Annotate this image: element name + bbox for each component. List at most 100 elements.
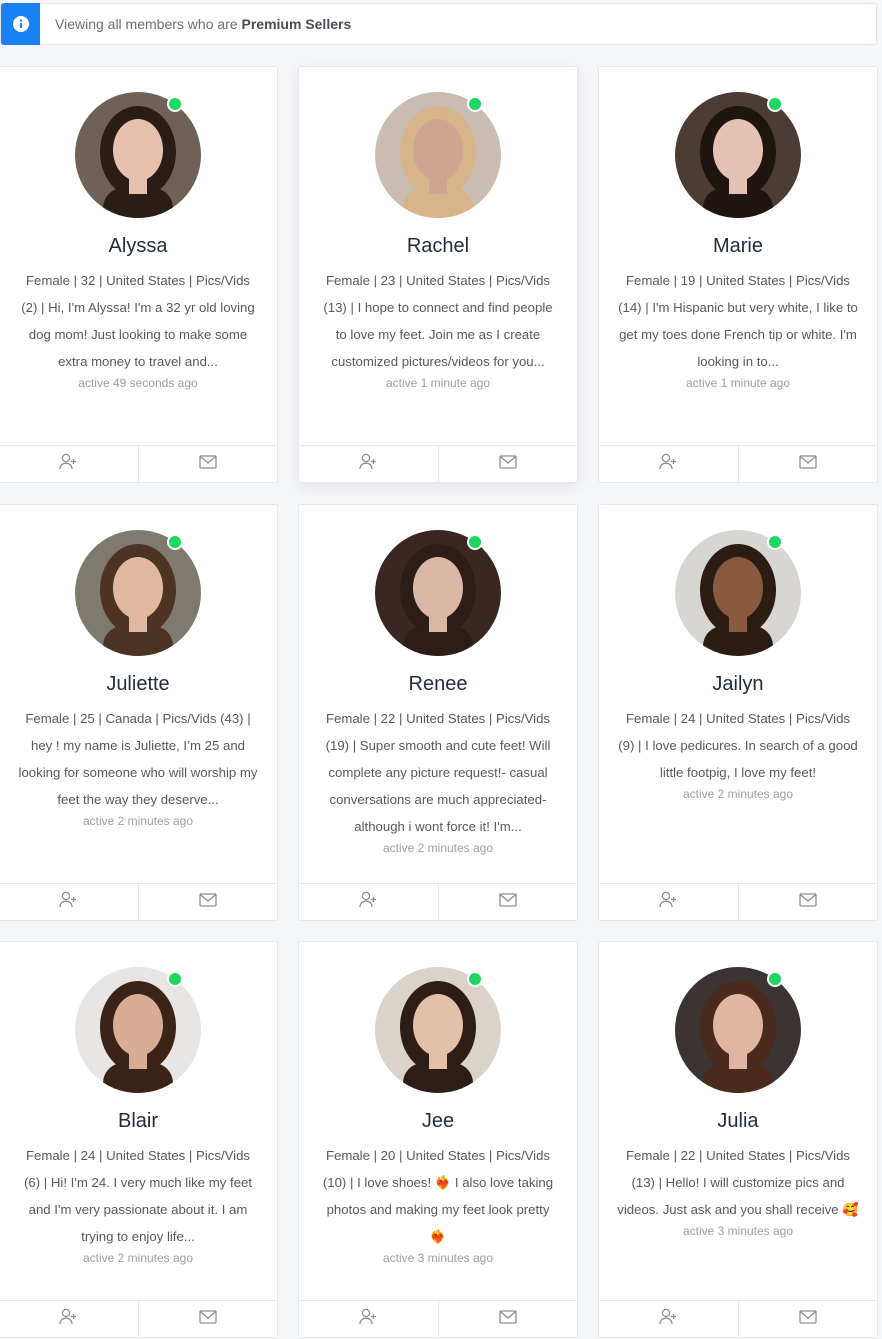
message-button[interactable] — [737, 446, 878, 482]
message-button[interactable] — [437, 884, 578, 920]
follow-button[interactable] — [0, 446, 138, 482]
member-bio-text: Female | 20 | United States | Pics/Vids … — [322, 1148, 554, 1244]
avatar-wrap[interactable] — [375, 967, 501, 1093]
mail-icon — [499, 892, 517, 912]
add-user-icon — [659, 891, 677, 913]
member-bio: Female | 32 | United States | Pics/Vids … — [17, 267, 259, 392]
avatar[interactable] — [375, 967, 501, 1093]
avatar[interactable] — [375, 530, 501, 656]
online-status-dot — [767, 96, 783, 112]
member-bio-text: Female | 22 | United States | Pics/Vids … — [617, 1148, 859, 1217]
card-actions — [299, 1300, 577, 1337]
avatar-wrap[interactable] — [675, 530, 801, 656]
message-button[interactable] — [437, 446, 578, 482]
message-button[interactable] — [137, 884, 278, 920]
member-name[interactable]: Jailyn — [599, 673, 877, 696]
member-bio-text: Female | 24 | United States | Pics/Vids … — [24, 1148, 252, 1244]
member-bio-text: Female | 23 | United States | Pics/Vids … — [323, 273, 553, 369]
follow-button[interactable] — [599, 884, 738, 920]
online-status-dot — [167, 971, 183, 987]
avatar[interactable] — [75, 92, 201, 218]
online-status-dot — [467, 96, 483, 112]
avatar[interactable] — [375, 92, 501, 218]
online-status-dot — [467, 971, 483, 987]
add-user-icon — [359, 453, 377, 475]
member-card[interactable]: Marie Female | 19 | United States | Pics/… — [598, 66, 878, 483]
last-active-text: active 3 minutes ago — [682, 1224, 794, 1238]
avatar-wrap[interactable] — [75, 92, 201, 218]
member-name[interactable]: Marie — [599, 235, 877, 258]
member-bio: Female | 19 | United States | Pics/Vids … — [617, 267, 859, 392]
mail-icon — [499, 454, 517, 474]
message-button[interactable] — [137, 446, 278, 482]
avatar-wrap[interactable] — [675, 92, 801, 218]
member-card[interactable]: Renee Female | 22 | United States | Pics/… — [298, 504, 578, 921]
member-bio-text: Female | 25 | Canada | Pics/Vids (43) | … — [18, 711, 258, 807]
card-actions — [599, 445, 877, 482]
filter-info-prefix: Viewing all members who are — [55, 16, 238, 32]
member-card[interactable]: Juliette Female | 25 | Canada | Pics/Vids… — [0, 504, 278, 921]
member-bio-text: Female | 22 | United States | Pics/Vids … — [325, 711, 551, 834]
mail-icon — [799, 454, 817, 474]
member-name[interactable]: Blair — [0, 1110, 277, 1133]
member-card[interactable]: Alyssa Female | 32 | United States | Pics… — [0, 66, 278, 483]
member-card[interactable]: Julia Female | 22 | United States | Pics/… — [598, 941, 878, 1338]
last-active-text: active 2 minutes ago — [82, 814, 194, 828]
follow-button[interactable] — [0, 1301, 138, 1337]
member-name[interactable]: Rachel — [299, 235, 577, 258]
member-name[interactable]: Renee — [299, 673, 577, 696]
member-name[interactable]: Jee — [299, 1110, 577, 1133]
follow-button[interactable] — [299, 1301, 438, 1337]
message-button[interactable] — [437, 1301, 578, 1337]
member-bio: Female | 22 | United States | Pics/Vids … — [617, 1142, 859, 1240]
avatar[interactable] — [675, 530, 801, 656]
card-actions — [599, 1300, 877, 1337]
follow-button[interactable] — [599, 1301, 738, 1337]
member-bio: Female | 24 | United States | Pics/Vids … — [17, 1142, 259, 1267]
info-icon — [1, 3, 40, 45]
avatar[interactable] — [75, 967, 201, 1093]
avatar[interactable] — [675, 967, 801, 1093]
avatar-wrap[interactable] — [375, 92, 501, 218]
last-active-text: active 2 minutes ago — [382, 841, 494, 855]
last-active-text: active 49 seconds ago — [78, 376, 198, 390]
message-button[interactable] — [137, 1301, 278, 1337]
card-actions — [0, 883, 277, 920]
last-active-text: active 2 minutes ago — [82, 1251, 194, 1265]
last-active-text: active 2 minutes ago — [682, 787, 794, 801]
message-button[interactable] — [737, 1301, 878, 1337]
member-card[interactable]: Jailyn Female | 24 | United States | Pics… — [598, 504, 878, 921]
last-active-text: active 1 minute ago — [385, 376, 491, 390]
follow-button[interactable] — [299, 446, 438, 482]
add-user-icon — [359, 1308, 377, 1330]
member-card[interactable]: Rachel Female | 23 | United States | Pics… — [298, 66, 578, 483]
add-user-icon — [659, 1308, 677, 1330]
online-status-dot — [167, 96, 183, 112]
message-button[interactable] — [737, 884, 878, 920]
follow-button[interactable] — [599, 446, 738, 482]
avatar-wrap[interactable] — [675, 967, 801, 1093]
add-user-icon — [59, 453, 77, 475]
member-bio: Female | 24 | United States | Pics/Vids … — [617, 705, 859, 803]
card-actions — [599, 883, 877, 920]
avatar[interactable] — [75, 530, 201, 656]
member-name[interactable]: Julia — [599, 1110, 877, 1133]
member-name[interactable]: Juliette — [0, 673, 277, 696]
add-user-icon — [59, 891, 77, 913]
avatar-wrap[interactable] — [75, 967, 201, 1093]
follow-button[interactable] — [0, 884, 138, 920]
member-card[interactable]: Blair Female | 24 | United States | Pics/… — [0, 941, 278, 1338]
add-user-icon — [59, 1308, 77, 1330]
mail-icon — [199, 1309, 217, 1329]
member-card[interactable]: Jee Female | 20 | United States | Pics/Vi… — [298, 941, 578, 1338]
last-active-text: active 1 minute ago — [685, 376, 791, 390]
avatar-wrap[interactable] — [375, 530, 501, 656]
avatar[interactable] — [675, 92, 801, 218]
add-user-icon — [359, 891, 377, 913]
last-active-text: active 3 minutes ago — [382, 1251, 494, 1265]
member-name[interactable]: Alyssa — [0, 235, 277, 258]
follow-button[interactable] — [299, 884, 438, 920]
card-actions — [0, 445, 277, 482]
avatar-wrap[interactable] — [75, 530, 201, 656]
mail-icon — [799, 1309, 817, 1329]
